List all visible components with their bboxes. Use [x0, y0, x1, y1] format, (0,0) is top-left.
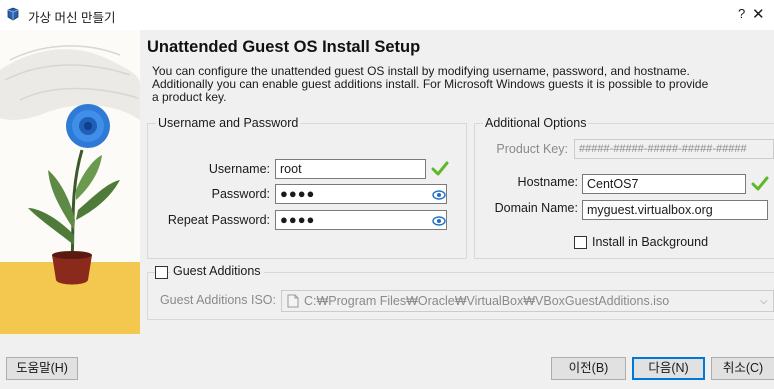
eye-icon[interactable] [432, 188, 446, 202]
password-label: Password: [211, 187, 270, 201]
dialog-footer: 도움말(H) 이전(B) 다음(N) 취소(C) [0, 348, 774, 389]
password-field[interactable]: ●●●● [275, 184, 447, 204]
cancel-button[interactable]: 취소(C) [711, 357, 774, 380]
repeat-password-field[interactable]: ●●●● [275, 210, 447, 230]
guest-additions-iso-combo[interactable]: C:₩Program Files₩Oracle₩VirtualBox₩VBoxG… [281, 290, 774, 312]
domain-name-label: Domain Name: [494, 201, 578, 215]
username-field[interactable]: root [275, 159, 426, 179]
help-button[interactable]: 도움말(H) [6, 357, 78, 380]
install-background-label: Install in Background [592, 235, 709, 249]
product-key-field[interactable]: #####-#####-#####-#####-##### [574, 139, 774, 159]
guest-additions-checkbox[interactable] [155, 266, 168, 279]
hostname-field[interactable]: CentOS7 [582, 174, 746, 194]
guest-additions-iso-label: Guest Additions ISO: [159, 293, 276, 307]
check-icon [431, 161, 449, 176]
hostname-label: Hostname: [517, 175, 578, 189]
repeat-password-label: Repeat Password: [167, 213, 270, 227]
virtualbox-icon [7, 7, 19, 21]
username-label: Username: [208, 162, 270, 176]
wizard-content: Unattended Guest OS Install Setup You ca… [0, 30, 774, 348]
additional-options-legend: Additional Options [483, 116, 589, 130]
username-password-legend: Username and Password [156, 116, 301, 130]
flower-illustration-icon [0, 30, 140, 334]
page-description: You can configure the unattended guest O… [152, 64, 709, 104]
back-button[interactable]: 이전(B) [551, 357, 626, 380]
close-icon[interactable]: ✕ [752, 5, 765, 23]
chevron-down-icon[interactable]: ⌵ [760, 296, 768, 307]
help-title-button[interactable]: ? [738, 6, 745, 21]
window-title: 가상 머신 만들기 [28, 11, 116, 25]
product-key-label: Product Key: [496, 142, 568, 156]
guest-additions-label: Guest Additions [170, 264, 264, 278]
check-icon [751, 176, 769, 191]
eye-icon[interactable] [432, 214, 446, 228]
file-icon [287, 294, 299, 308]
domain-name-field[interactable]: myguest.virtualbox.org [582, 200, 768, 220]
page-heading: Unattended Guest OS Install Setup [147, 38, 421, 56]
title-bar: 가상 머신 만들기 ? ✕ [0, 0, 774, 30]
next-button[interactable]: 다음(N) [632, 357, 705, 380]
install-background-checkbox[interactable] [574, 236, 587, 249]
